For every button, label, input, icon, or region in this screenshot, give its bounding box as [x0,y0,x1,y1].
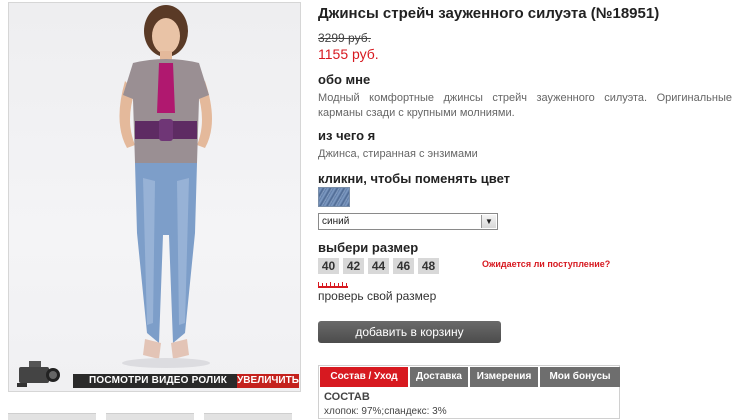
composition-heading: СОСТАВ [324,391,370,403]
photo-thumbnails [8,413,301,420]
color-select[interactable]: синий ▼ [318,213,498,230]
zoom-button[interactable]: УВЕЛИЧИТЬ [237,374,299,388]
size-option-46[interactable]: 46 [393,258,414,274]
new-price: 1155 руб. [318,46,379,62]
video-camera-icon [17,361,60,387]
watch-video-button[interactable]: ПОСМОТРИ ВИДЕО РОЛИК [73,374,243,388]
tab-row: Состав / Уход Доставка Измерения Мои бон… [320,367,620,387]
product-title: Джинсы стрейч зауженного силуэта (№18951… [318,5,660,22]
about-text: Модный комфортные джинсы стрейч зауженно… [318,92,732,119]
chevron-down-icon[interactable]: ▼ [481,215,496,228]
check-size-link[interactable]: проверь свой размер [318,289,436,303]
add-to-cart-button[interactable]: добавить в корзину [318,321,501,343]
composition-text: хлопок: 97%;спандекс: 3% [324,406,447,417]
video-bar: ПОСМОТРИ ВИДЕО РОЛИК УВЕЛИЧИТЬ [9,357,300,391]
model-image [119,5,212,368]
about-heading: обо мне [318,72,371,87]
size-heading: выбери размер [318,240,419,255]
tab-delivery[interactable]: Доставка [410,367,468,387]
size-option-44[interactable]: 44 [368,258,389,274]
tab-measurements[interactable]: Измерения [470,367,538,387]
tab-bonuses[interactable]: Мои бонусы [540,367,620,387]
notify-availability-link[interactable]: Ожидается ли поступление? [482,259,610,269]
color-swatch[interactable] [318,187,350,207]
product-photo[interactable]: ПОСМОТРИ ВИДЕО РОЛИК УВЕЛИЧИТЬ [9,3,300,391]
tab-composition[interactable]: Состав / Уход [320,367,408,387]
material-heading: из чего я [318,128,376,143]
size-option-42[interactable]: 42 [343,258,364,274]
info-tabs: Состав / Уход Доставка Измерения Мои бон… [318,365,620,419]
size-option-40[interactable]: 40 [318,258,339,274]
old-price: 3299 руб. [318,31,371,45]
color-heading: кликни, чтобы поменять цвет [318,171,511,186]
material-text: Джинса, стиранная с энзимами [318,148,478,160]
product-photo-frame: ПОСМОТРИ ВИДЕО РОЛИК УВЕЛИЧИТЬ [8,2,301,392]
ruler-icon [318,282,348,288]
color-select-value: синий [322,216,350,227]
size-option-48[interactable]: 48 [418,258,439,274]
